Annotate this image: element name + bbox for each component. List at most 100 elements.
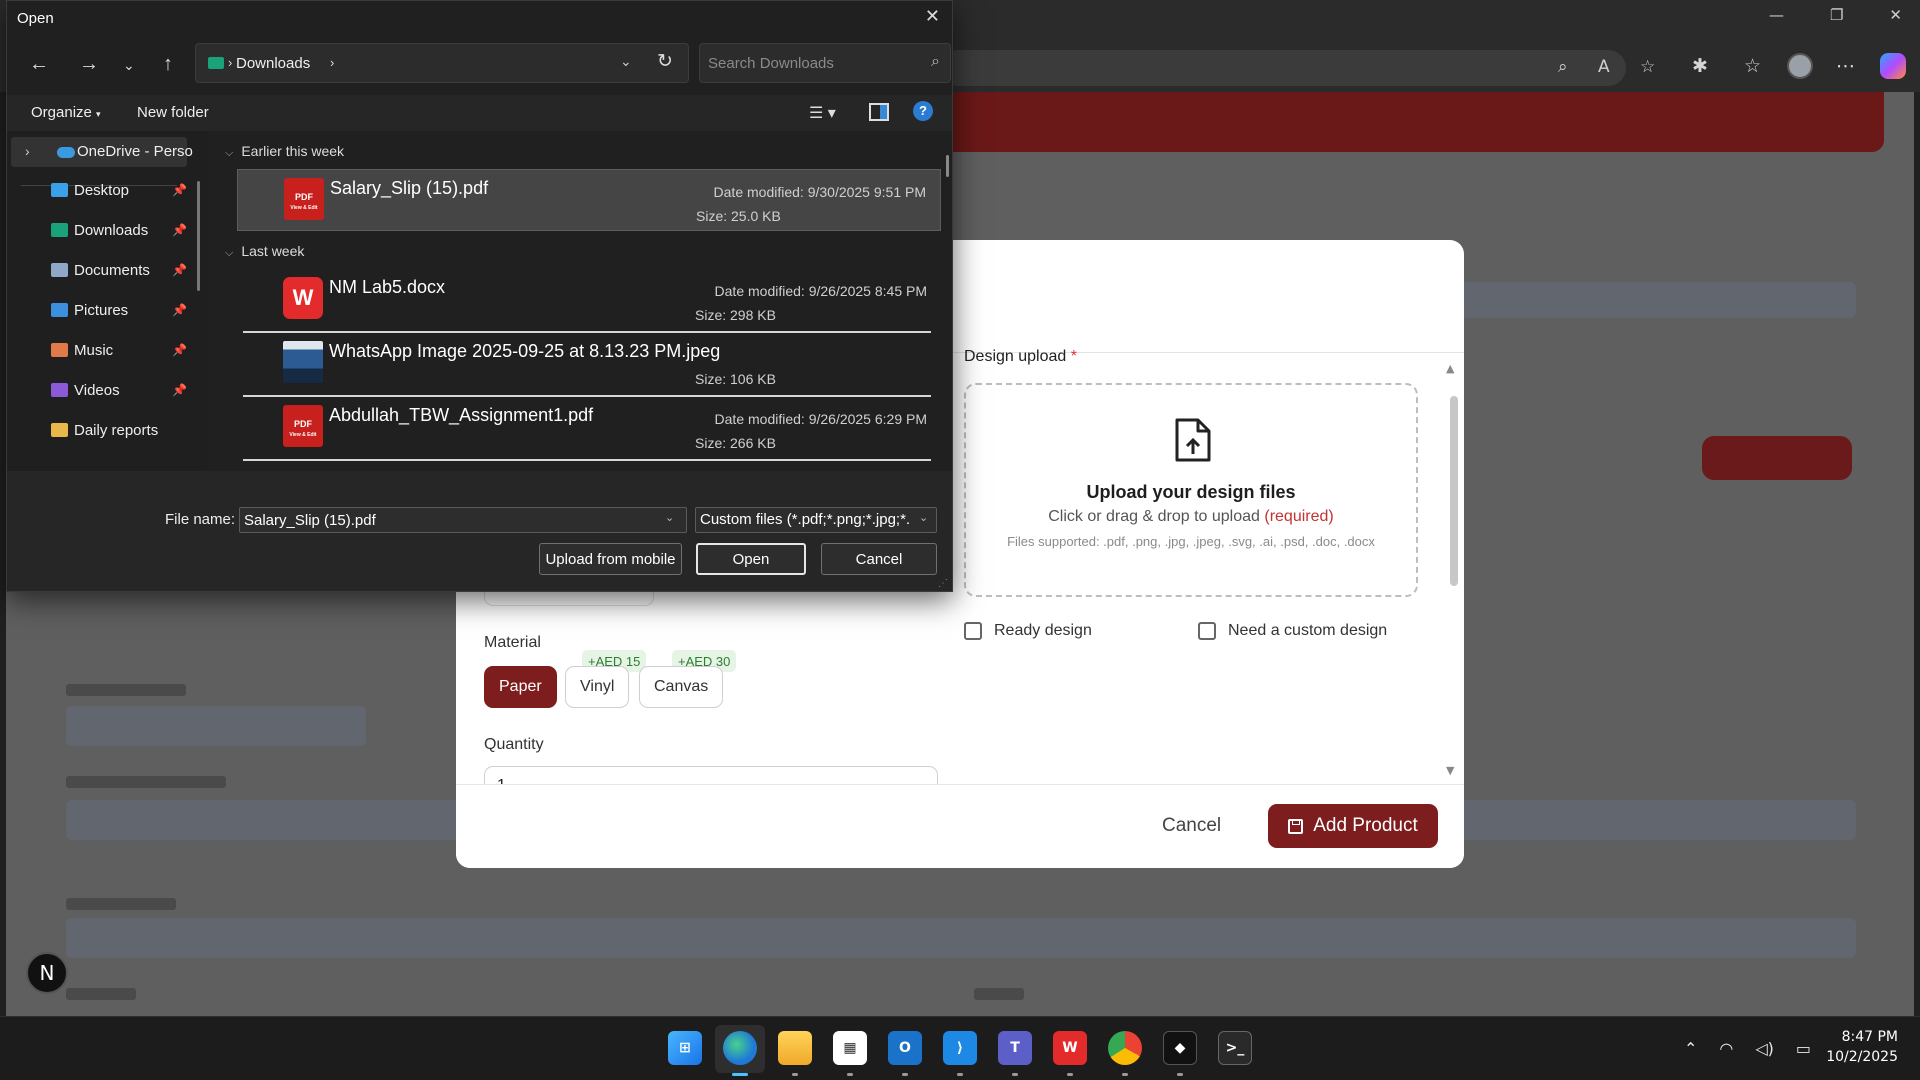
file-name-dropdown-icon[interactable]: ⌄ <box>665 511 674 524</box>
running-indicator <box>1177 1073 1183 1076</box>
clock[interactable]: 8:47 PM 10/2/2025 <box>1820 1027 1898 1067</box>
read-aloud-icon[interactable]: A <box>1598 57 1610 77</box>
nav-item-onedrive[interactable]: › OneDrive - Perso <box>11 137 193 167</box>
preview-pane-icon[interactable] <box>869 103 889 121</box>
group-header[interactable]: ⌵ Earlier this week <box>225 143 344 160</box>
address-bar[interactable] <box>940 50 1626 86</box>
path-breadcrumb[interactable]: › Downloads › ⌄ <box>195 43 689 83</box>
nav-item-videos[interactable]: Videos 📌 <box>51 377 201 403</box>
pin-icon[interactable]: 📌 <box>172 263 187 277</box>
teams-icon[interactable]: T <box>998 1031 1032 1065</box>
favorite-star-icon[interactable]: ☆ <box>1640 57 1655 77</box>
material-paper-button[interactable]: Paper <box>484 666 557 708</box>
material-vinyl-button[interactable]: Vinyl <box>565 666 630 708</box>
path-dropdown-icon[interactable]: ⌄ <box>620 53 632 70</box>
search-box[interactable]: ⌕ <box>699 43 951 83</box>
custom-design-checkbox[interactable]: Need a custom design <box>1198 622 1387 640</box>
nav-item-downloads[interactable]: Downloads 📌 <box>51 217 201 243</box>
breadcrumb-chevron-icon[interactable]: › <box>330 55 334 70</box>
file-size: Size: 25.0 KB <box>696 208 781 224</box>
terminal-icon[interactable]: >_ <box>1218 1031 1252 1065</box>
open-button[interactable]: Open <box>696 543 806 575</box>
file-row[interactable]: PDF View & Edit Abdullah_TBW_Assignment1.p… <box>237 397 941 461</box>
collapse-chevron-icon[interactable]: ⌵ <box>225 147 233 159</box>
vscode-icon[interactable]: ⟩ <box>943 1031 977 1065</box>
back-arrow-icon[interactable]: ← <box>29 53 49 76</box>
group-header[interactable]: ⌵ Last week <box>225 243 304 260</box>
pin-icon[interactable]: 📌 <box>172 383 187 397</box>
nav-item-desktop[interactable]: Desktop 📌 <box>51 177 201 203</box>
material-canvas-button[interactable]: Canvas <box>639 666 724 708</box>
show-hidden-icons-icon[interactable]: ⌃ <box>1684 1039 1697 1058</box>
start-icon[interactable]: ⊞ <box>668 1031 702 1065</box>
file-type-select[interactable]: Custom files (*.pdf;*.png;*.jpg;*. <box>695 507 937 533</box>
design-dropzone[interactable]: Upload your design files Click or drag &… <box>964 383 1418 597</box>
app-icon[interactable]: ◆ <box>1163 1031 1197 1065</box>
search-input[interactable] <box>708 52 908 74</box>
file-row[interactable]: W NM Lab5.docx Date modified: 9/26/2025 8:… <box>237 269 941 333</box>
dialog-cancel-button[interactable]: Cancel <box>821 543 937 575</box>
nav-item-documents[interactable]: Documents 📌 <box>51 257 201 283</box>
scroll-down-arrow[interactable]: ▼ <box>1446 764 1454 777</box>
collapse-chevron-icon[interactable]: ⌵ <box>225 247 233 259</box>
edge-icon[interactable] <box>723 1031 757 1065</box>
organize-menu[interactable]: Organize ▾ <box>31 104 101 121</box>
file-type-dropdown-icon[interactable]: ⌄ <box>919 511 928 524</box>
copilot-icon[interactable] <box>1880 53 1906 79</box>
blurred-field <box>66 706 366 746</box>
checkbox-box[interactable] <box>1198 622 1216 640</box>
file-name-input[interactable] <box>239 507 687 533</box>
pin-icon[interactable]: 📌 <box>172 223 187 237</box>
view-options-icon[interactable]: ☰ ▾ <box>809 103 836 123</box>
documents-folder-icon <box>51 263 68 277</box>
ready-design-checkbox[interactable]: Ready design <box>964 622 1092 640</box>
refresh-icon[interactable]: ↻ <box>657 50 673 73</box>
minimize-icon[interactable]: — <box>1769 6 1784 24</box>
breadcrumb-downloads[interactable]: Downloads <box>236 55 310 72</box>
pin-icon[interactable]: 📌 <box>172 343 187 357</box>
file-name-label: File name: <box>165 511 236 528</box>
outlook-icon[interactable]: O <box>888 1031 922 1065</box>
more-options-icon[interactable]: ⋯ <box>1836 55 1855 77</box>
wps-icon[interactable]: W <box>1053 1031 1087 1065</box>
file-list-scrollbar[interactable] <box>946 155 949 177</box>
add-product-button[interactable]: Add Product <box>1268 804 1438 848</box>
profile-avatar[interactable] <box>1787 53 1813 79</box>
battery-icon[interactable]: ▭ <box>1796 1039 1811 1058</box>
scroll-up-arrow[interactable]: ▲ <box>1446 362 1454 375</box>
resize-grip-icon[interactable]: ⋰ <box>938 578 948 589</box>
checkbox-box[interactable] <box>964 622 982 640</box>
add-product-label: Add Product <box>1313 815 1418 836</box>
modal-cancel-button[interactable]: Cancel <box>1162 808 1221 844</box>
nav-item-pictures[interactable]: Pictures 📌 <box>51 297 201 323</box>
restore-icon[interactable]: ❐ <box>1830 6 1843 24</box>
file-row[interactable]: WhatsApp Image 2025-09-25 at 8.13.23 PM.… <box>237 333 941 397</box>
chrome-icon[interactable] <box>1108 1031 1142 1065</box>
dialog-close-icon[interactable]: ✕ <box>925 6 940 27</box>
up-arrow-icon[interactable]: ↑ <box>163 53 173 76</box>
file-name: Abdullah_TBW_Assignment1.pdf <box>329 405 594 425</box>
upload-from-mobile-button[interactable]: Upload from mobile <box>539 543 682 575</box>
help-icon[interactable]: ? <box>913 101 933 121</box>
extensions-icon[interactable]: ✱ <box>1692 55 1708 77</box>
close-window-icon[interactable]: ✕ <box>1889 6 1902 24</box>
volume-icon[interactable]: ◁) <box>1755 1039 1774 1058</box>
favorites-icon[interactable]: ☆ <box>1744 55 1761 77</box>
new-folder-button[interactable]: New folder <box>137 104 209 121</box>
nextjs-badge[interactable]: N <box>26 952 68 994</box>
pin-icon[interactable]: 📌 <box>172 303 187 317</box>
nav-item-music[interactable]: Music 📌 <box>51 337 201 363</box>
zoom-icon[interactable]: ⌕ <box>1558 57 1568 77</box>
store-icon[interactable]: ▦ <box>833 1031 867 1065</box>
file-row[interactable]: PDF View & Edit Salary_Slip (15).pdf Date m… <box>237 169 941 231</box>
modal-scrollbar-thumb[interactable] <box>1450 396 1458 586</box>
recent-locations-icon[interactable]: ⌄ <box>123 57 135 74</box>
wifi-icon[interactable]: ◠ <box>1719 1039 1733 1058</box>
pin-icon[interactable]: 📌 <box>172 183 187 197</box>
forward-arrow-icon[interactable]: → <box>79 53 99 76</box>
file-explorer-icon[interactable] <box>778 1031 812 1065</box>
nav-scrollbar[interactable] <box>197 181 200 291</box>
nav-item-daily-reports[interactable]: Daily reports <box>51 417 201 443</box>
running-indicator <box>847 1073 853 1076</box>
expand-chevron-icon[interactable]: › <box>25 143 30 159</box>
